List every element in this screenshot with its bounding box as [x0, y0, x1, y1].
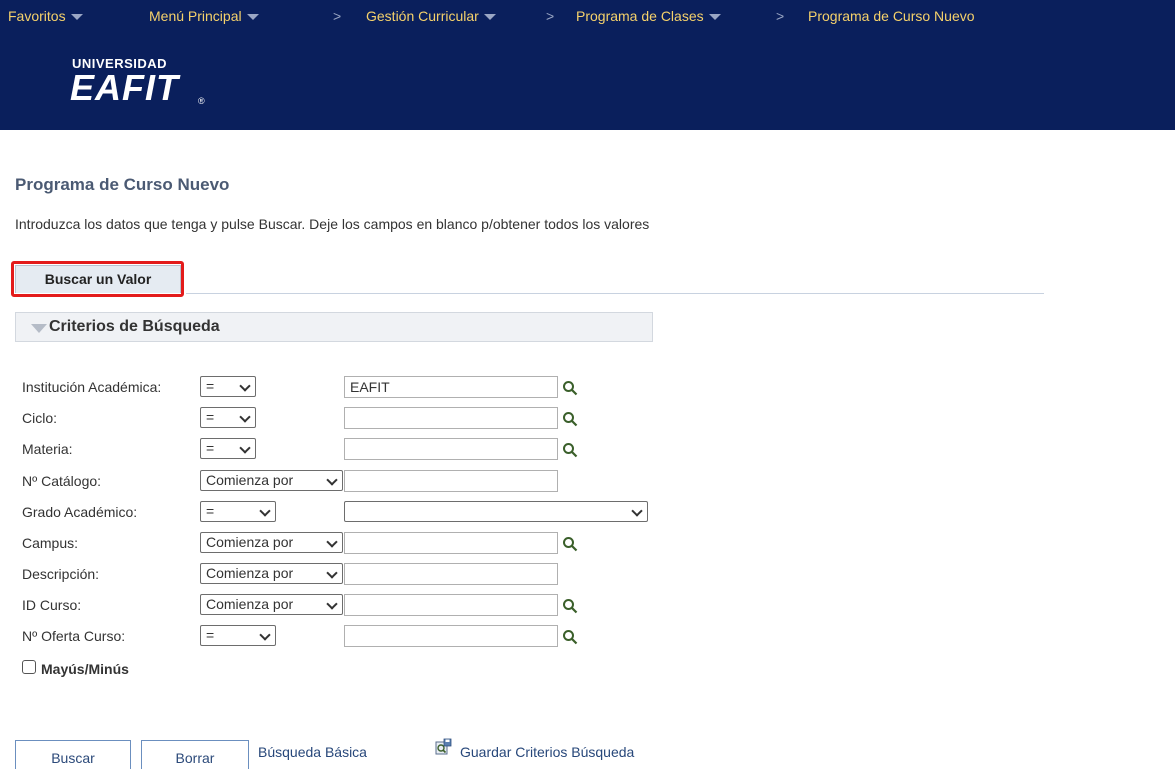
operator-value: =	[206, 503, 215, 519]
oferta-curso-input[interactable]	[344, 625, 558, 647]
field-row-descripcion: Descripción: Comienza por	[0, 561, 700, 587]
nav-menu-principal-label: Menú Principal	[149, 8, 242, 24]
chevron-down-icon	[239, 411, 251, 423]
page-title: Programa de Curso Nuevo	[15, 175, 230, 194]
chevron-down-icon	[246, 14, 259, 20]
collapse-triangle-icon	[31, 324, 47, 333]
field-label: Ciclo:	[22, 410, 58, 426]
chevron-down-icon	[70, 14, 83, 20]
field-label: Institución Académica:	[22, 379, 162, 395]
page-instructions: Introduzca los datos que tenga y pulse B…	[15, 216, 650, 232]
field-row-catalogo: Nº Catálogo: Comienza por	[0, 468, 700, 494]
operator-value: =	[206, 440, 215, 456]
search-button[interactable]: Buscar	[15, 740, 131, 769]
lookup-search-icon[interactable]	[562, 380, 578, 396]
operator-select[interactable]: Comienza por	[200, 563, 343, 584]
operator-select[interactable]: =	[200, 438, 256, 459]
lookup-search-icon[interactable]	[562, 536, 578, 552]
logo-eafit: EAFIT	[70, 67, 179, 108]
operator-value: =	[206, 378, 215, 394]
field-row-id-curso: ID Curso: Comienza por	[0, 592, 700, 618]
chevron-down-icon	[708, 14, 721, 20]
chevron-down-icon	[631, 505, 643, 517]
lookup-search-icon[interactable]	[562, 598, 578, 614]
breadcrumb-separator: >	[546, 8, 555, 24]
clear-button[interactable]: Borrar	[141, 740, 249, 769]
operator-value: =	[206, 627, 215, 643]
field-label: Materia:	[22, 441, 73, 457]
save-search-icon[interactable]	[435, 738, 453, 756]
chevron-down-icon	[239, 442, 251, 454]
field-row-institucion: Institución Académica: = EAFIT	[0, 374, 700, 400]
breadcrumb-separator: >	[333, 8, 342, 24]
chevron-down-icon	[259, 629, 271, 641]
grado-select[interactable]	[344, 501, 648, 522]
operator-select[interactable]: Comienza por	[200, 594, 343, 615]
chevron-down-icon	[326, 567, 338, 579]
operator-select[interactable]: =	[200, 376, 256, 397]
descripcion-input[interactable]	[344, 563, 558, 585]
operator-select[interactable]: Comienza por	[200, 470, 343, 491]
nav-gestion-curricular[interactable]: Gestión Curricular	[366, 0, 496, 32]
campus-input[interactable]	[344, 532, 558, 554]
field-label: Campus:	[22, 535, 79, 551]
chevron-down-icon	[259, 505, 271, 517]
breadcrumb-separator: >	[776, 8, 785, 24]
operator-value: Comienza por	[206, 596, 294, 612]
lookup-search-icon[interactable]	[562, 629, 578, 645]
nav-current-page-label: Programa de Curso Nuevo	[808, 8, 975, 24]
materia-input[interactable]	[344, 438, 558, 460]
basic-search-link[interactable]: Búsqueda Básica	[258, 744, 367, 760]
field-row-ciclo: Ciclo: =	[0, 405, 700, 431]
case-sensitive-label: Mayús/Minús	[41, 661, 129, 677]
chevron-down-icon	[483, 14, 496, 20]
nav-programa-clases[interactable]: Programa de Clases	[576, 0, 721, 32]
institucion-input[interactable]: EAFIT	[344, 376, 558, 398]
field-row-campus: Campus: Comienza por	[0, 530, 700, 556]
field-row-oferta-curso: Nº Oferta Curso: =	[0, 623, 700, 649]
nav-gestion-curricular-label: Gestión Curricular	[366, 8, 479, 24]
field-label: Descripción:	[22, 566, 100, 582]
operator-select[interactable]: =	[200, 501, 276, 522]
tab-buscar-un-valor[interactable]: Buscar un Valor	[15, 265, 181, 293]
case-sensitive-checkbox[interactable]	[22, 660, 36, 674]
search-criteria-section[interactable]: Criterios de Búsqueda	[15, 312, 653, 342]
operator-value: Comienza por	[206, 534, 294, 550]
operator-value: Comienza por	[206, 565, 294, 581]
field-label: ID Curso:	[22, 597, 82, 613]
operator-select[interactable]: =	[200, 407, 256, 428]
ciclo-input[interactable]	[344, 407, 558, 429]
nav-favoritos-label: Favoritos	[8, 8, 66, 24]
field-row-grado: Grado Académico: =	[0, 499, 700, 525]
operator-value: =	[206, 409, 215, 425]
field-label: Nº Catálogo:	[22, 473, 102, 489]
nav-programa-clases-label: Programa de Clases	[576, 8, 704, 24]
chevron-down-icon	[326, 474, 338, 486]
tab-divider	[186, 293, 1044, 294]
chevron-down-icon	[239, 380, 251, 392]
chevron-down-icon	[326, 536, 338, 548]
search-criteria-label: Criterios de Búsqueda	[49, 318, 220, 335]
top-nav-bar: Favoritos Menú Principal > Gestión Curri…	[0, 0, 1175, 32]
field-label: Nº Oferta Curso:	[22, 628, 126, 644]
field-row-materia: Materia: =	[0, 436, 700, 462]
nav-favoritos[interactable]: Favoritos	[8, 0, 83, 32]
id-curso-input[interactable]	[344, 594, 558, 616]
nav-menu-principal[interactable]: Menú Principal	[149, 0, 259, 32]
logo-registered-mark: ®	[198, 96, 205, 106]
operator-select[interactable]: =	[200, 625, 276, 646]
operator-value: Comienza por	[206, 472, 294, 488]
save-criteria-link[interactable]: Guardar Criterios Búsqueda	[460, 744, 634, 760]
operator-select[interactable]: Comienza por	[200, 532, 343, 553]
catalogo-input[interactable]	[344, 470, 558, 492]
lookup-search-icon[interactable]	[562, 411, 578, 427]
chevron-down-icon	[326, 598, 338, 610]
field-label: Grado Académico:	[22, 504, 138, 520]
lookup-search-icon[interactable]	[562, 442, 578, 458]
nav-current-page[interactable]: Programa de Curso Nuevo	[808, 0, 975, 32]
